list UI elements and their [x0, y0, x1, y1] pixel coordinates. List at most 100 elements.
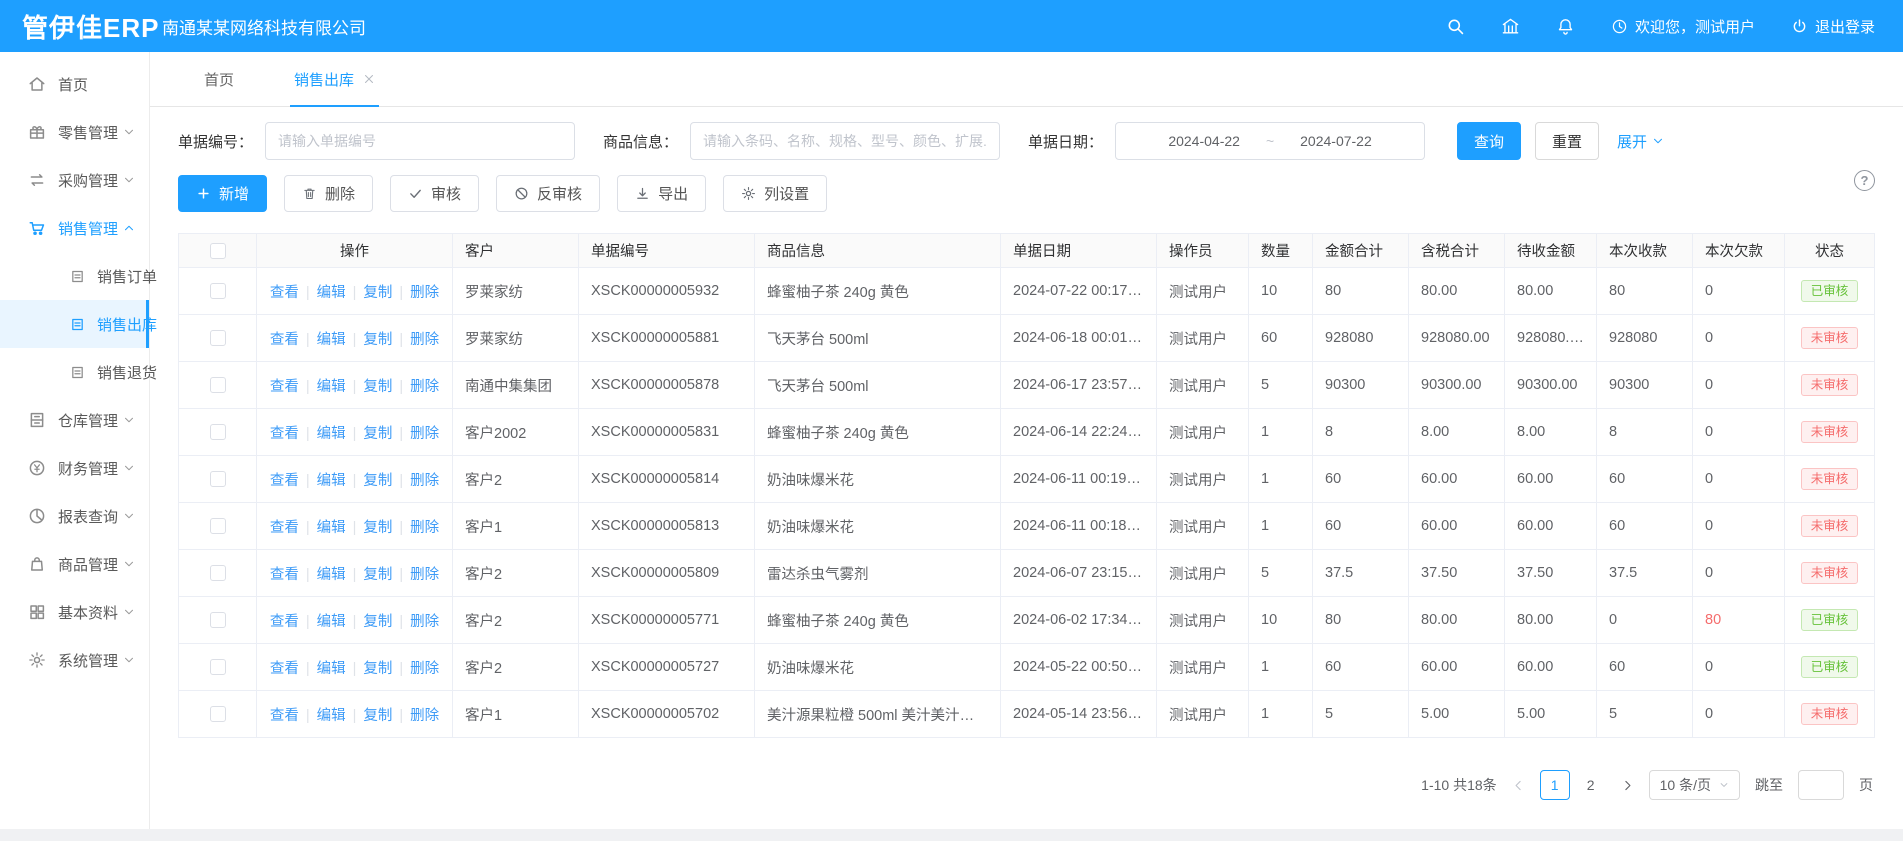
row-checkbox[interactable]	[210, 424, 226, 440]
expand-link[interactable]: 展开	[1617, 131, 1664, 152]
sidebar-item-basic[interactable]: 基本资料	[0, 588, 149, 636]
sidebar-subitem-sales-order[interactable]: 销售订单	[0, 252, 149, 300]
delete-button[interactable]: 删除	[284, 175, 373, 212]
bank-icon[interactable]	[1501, 17, 1520, 36]
row-action-删除[interactable]: 删除	[410, 379, 439, 395]
row-action-复制[interactable]: 复制	[363, 567, 392, 583]
jump-page-input[interactable]	[1798, 770, 1844, 800]
search-icon[interactable]	[1446, 17, 1465, 36]
prev-page-icon[interactable]	[1512, 779, 1525, 792]
horizontal-scrollbar[interactable]	[0, 829, 1903, 841]
row-action-编辑[interactable]: 编辑	[317, 708, 346, 724]
row-checkbox[interactable]	[210, 706, 226, 722]
sidebar-subitem-sales-outbound[interactable]: 销售出库	[0, 300, 149, 348]
row-checkbox[interactable]	[210, 330, 226, 346]
grid-icon	[28, 603, 46, 621]
row-checkbox[interactable]	[210, 518, 226, 534]
row-action-查看[interactable]: 查看	[270, 708, 299, 724]
row-action-复制[interactable]: 复制	[363, 332, 392, 348]
sidebar-subitem-sales-return[interactable]: 销售退货	[0, 348, 149, 396]
row-action-复制[interactable]: 复制	[363, 285, 392, 301]
tab-home[interactable]: 首页	[204, 52, 234, 106]
chevron-down-icon	[123, 462, 135, 474]
date-range-picker[interactable]: 2024-04-22 ~ 2024-07-22	[1115, 122, 1425, 160]
row-action-删除[interactable]: 删除	[410, 426, 439, 442]
export-button[interactable]: 导出	[617, 175, 706, 212]
row-action-查看[interactable]: 查看	[270, 379, 299, 395]
sidebar-item-home[interactable]: 首页	[0, 60, 149, 108]
row-action-编辑[interactable]: 编辑	[317, 285, 346, 301]
row-action-查看[interactable]: 查看	[270, 567, 299, 583]
row-action-查看[interactable]: 查看	[270, 332, 299, 348]
row-action-编辑[interactable]: 编辑	[317, 520, 346, 536]
row-checkbox[interactable]	[210, 283, 226, 299]
row-action-复制[interactable]: 复制	[363, 520, 392, 536]
row-action-删除[interactable]: 删除	[410, 520, 439, 536]
row-action-查看[interactable]: 查看	[270, 426, 299, 442]
row-action-复制[interactable]: 复制	[363, 379, 392, 395]
row-checkbox[interactable]	[210, 659, 226, 675]
purchase-icon	[28, 171, 46, 189]
bill-no-input[interactable]	[265, 122, 575, 160]
tab-sales-outbound[interactable]: 销售出库	[294, 52, 375, 106]
row-action-复制[interactable]: 复制	[363, 661, 392, 677]
row-action-查看[interactable]: 查看	[270, 614, 299, 630]
row-action-编辑[interactable]: 编辑	[317, 332, 346, 348]
product-input[interactable]	[690, 122, 1000, 160]
receivable-cell: 60.00	[1505, 456, 1597, 503]
row-action-查看[interactable]: 查看	[270, 473, 299, 489]
sidebar-item-sales[interactable]: 销售管理	[0, 204, 149, 252]
row-action-删除[interactable]: 删除	[410, 567, 439, 583]
sidebar-item-purchase[interactable]: 采购管理	[0, 156, 149, 204]
row-action-复制[interactable]: 复制	[363, 614, 392, 630]
row-checkbox[interactable]	[210, 471, 226, 487]
columns-button[interactable]: 列设置	[723, 175, 827, 212]
logout-button[interactable]: 退出登录	[1791, 16, 1875, 37]
next-page-icon[interactable]	[1621, 779, 1634, 792]
row-action-删除[interactable]: 删除	[410, 661, 439, 677]
date-start[interactable]: 2024-04-22	[1168, 133, 1240, 149]
qty-cell: 1	[1249, 503, 1313, 550]
actions-cell: 查看|编辑|复制|删除	[257, 456, 453, 503]
unaudit-button[interactable]: 反审核	[496, 175, 600, 212]
reset-button[interactable]: 重置	[1535, 122, 1599, 160]
sidebar-item-product[interactable]: 商品管理	[0, 540, 149, 588]
row-action-查看[interactable]: 查看	[270, 520, 299, 536]
row-action-编辑[interactable]: 编辑	[317, 473, 346, 489]
row-action-复制[interactable]: 复制	[363, 708, 392, 724]
page-size-select[interactable]: 10 条/页	[1649, 770, 1740, 800]
select-all-checkbox[interactable]	[210, 243, 226, 259]
row-action-查看[interactable]: 查看	[270, 285, 299, 301]
help-icon[interactable]: ?	[1854, 170, 1875, 191]
sidebar-item-system[interactable]: 系统管理	[0, 636, 149, 684]
sidebar-item-finance[interactable]: 财务管理	[0, 444, 149, 492]
row-action-编辑[interactable]: 编辑	[317, 426, 346, 442]
search-button[interactable]: 查询	[1457, 122, 1521, 160]
row-action-删除[interactable]: 删除	[410, 285, 439, 301]
bell-icon[interactable]	[1556, 17, 1575, 36]
close-icon[interactable]	[363, 73, 375, 85]
row-checkbox[interactable]	[210, 612, 226, 628]
audit-button[interactable]: 审核	[390, 175, 479, 212]
row-action-复制[interactable]: 复制	[363, 426, 392, 442]
row-action-删除[interactable]: 删除	[410, 614, 439, 630]
sidebar-item-retail[interactable]: 零售管理	[0, 108, 149, 156]
row-action-删除[interactable]: 删除	[410, 332, 439, 348]
row-action-复制[interactable]: 复制	[363, 473, 392, 489]
page-number-1[interactable]: 1	[1540, 770, 1570, 800]
row-action-编辑[interactable]: 编辑	[317, 379, 346, 395]
sidebar-item-report[interactable]: 报表查询	[0, 492, 149, 540]
row-action-查看[interactable]: 查看	[270, 661, 299, 677]
row-action-删除[interactable]: 删除	[410, 708, 439, 724]
row-action-删除[interactable]: 删除	[410, 473, 439, 489]
row-action-编辑[interactable]: 编辑	[317, 661, 346, 677]
sidebar-item-warehouse[interactable]: 仓库管理	[0, 396, 149, 444]
row-action-编辑[interactable]: 编辑	[317, 567, 346, 583]
row-action-编辑[interactable]: 编辑	[317, 614, 346, 630]
page-number-2[interactable]: 2	[1576, 770, 1606, 800]
row-checkbox[interactable]	[210, 565, 226, 581]
add-button[interactable]: 新增	[178, 175, 267, 212]
date-end[interactable]: 2024-07-22	[1300, 133, 1372, 149]
row-checkbox[interactable]	[210, 377, 226, 393]
welcome-user[interactable]: 欢迎您，测试用户	[1611, 16, 1755, 37]
